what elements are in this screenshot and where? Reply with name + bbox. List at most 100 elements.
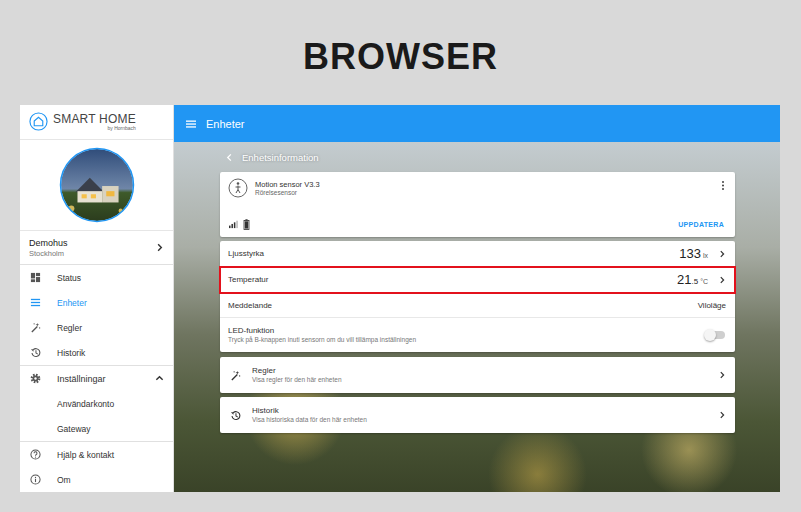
- sidebar-item[interactable]: Enheter: [20, 290, 173, 315]
- back-label: Enhetsinformation: [242, 152, 319, 163]
- chevron-right-icon: [718, 276, 726, 284]
- logo-by: by Hornbach: [108, 126, 136, 131]
- nav-icon-box: [30, 373, 42, 385]
- nav-icon-box: [30, 423, 42, 435]
- sidebar-item[interactable]: Gateway: [20, 416, 173, 441]
- signal-strength-icon: [228, 220, 239, 229]
- link-title: Regler: [252, 366, 703, 376]
- sidebar-item-label: Enheter: [57, 298, 164, 308]
- main-area: Enheter Enhetsinformation Motion sensor V3…: [174, 105, 780, 492]
- link-card[interactable]: HistorikVisa historiska data för den här…: [220, 397, 735, 433]
- nav-section: Status Enheter Regler Historik: [20, 264, 173, 365]
- list-icon: [30, 297, 41, 308]
- browser-frame: SMART HOMEby Hornbach DemohusStockholm Sta…: [20, 105, 780, 492]
- link-card[interactable]: ReglerVisa regler för den här enheten: [220, 357, 735, 393]
- magic-wand-icon: [230, 370, 241, 381]
- sidebar-item-label: Inställningar: [57, 374, 155, 384]
- device-name: Motion sensor V3.3: [255, 180, 713, 189]
- nav-section: Hjälp & kontakt Om: [20, 441, 173, 492]
- content-column: Enhetsinformation Motion sensor V3.3Rörel…: [220, 142, 735, 433]
- sidebar-item[interactable]: Regler: [20, 315, 173, 340]
- sidebar-item[interactable]: Historik: [20, 340, 173, 365]
- info-icon: [30, 474, 41, 485]
- link-text: ReglerVisa regler för den här enheten: [252, 366, 703, 385]
- nav-icon-box: [30, 398, 42, 410]
- device-type: Rörelsesensor: [255, 189, 713, 197]
- property-label: Ljusstyrka: [228, 249, 673, 258]
- nav-icon-box: [30, 474, 42, 486]
- dashboard-icon: [30, 272, 41, 283]
- value-number: 133: [679, 246, 701, 261]
- sidebar-item-label: Regler: [57, 323, 164, 333]
- nav-icon-box: [30, 297, 42, 309]
- sidebar-item-label: Historik: [57, 348, 164, 358]
- history-icon: [30, 347, 41, 358]
- sidebar-item[interactable]: Inställningar: [20, 366, 173, 391]
- more-options-icon[interactable]: [720, 180, 726, 191]
- sidebar-item-label: Status: [57, 273, 164, 283]
- sidebar-item-label: Användarkonto: [57, 399, 164, 409]
- property-text: Viloläge: [698, 301, 726, 310]
- property-label: LED-funktion: [228, 326, 699, 336]
- sidebar-item-label: Hjälp & kontakt: [57, 450, 164, 460]
- property-row[interactable]: Ljusstyrka 133lx: [220, 241, 735, 267]
- chevron-right-icon: [718, 250, 726, 258]
- value-decimals: .5: [691, 277, 698, 286]
- sidebar-item[interactable]: Hjälp & kontakt: [20, 442, 173, 467]
- history-icon: [230, 410, 241, 421]
- property-label: Meddelande: [228, 301, 692, 310]
- toolbar-title: Enheter: [206, 118, 245, 130]
- chevron-right-icon: [155, 243, 164, 252]
- logo-name: SMART HOME: [53, 113, 136, 125]
- home-text: DemohusStockholm: [29, 238, 155, 258]
- toggle-knob: [704, 329, 716, 341]
- sidebar-item[interactable]: Om: [20, 467, 173, 492]
- battery-icon: [243, 219, 250, 230]
- property-label: Temperatur: [228, 275, 671, 284]
- page-title-area: BROWSER: [0, 0, 801, 105]
- home-photo[interactable]: [59, 147, 135, 223]
- link-subtitle: Visa historiska data för den här enheten: [252, 416, 703, 424]
- device-card: Motion sensor V3.3Rörelsesensor UPPDATERA: [220, 172, 735, 237]
- property-value: 21.5°C: [677, 272, 708, 287]
- properties-card: Ljusstyrka 133lx Temperatur 21.5°C Meddeland…: [220, 241, 735, 352]
- page: BROWSERSMART HOMEby HornbachDemohusStock…: [0, 0, 801, 512]
- home-city: Stockholm: [29, 249, 155, 258]
- chevron-right-icon: [718, 411, 726, 419]
- nav-icon-box: [30, 347, 42, 359]
- link-text: HistorikVisa historiska data för den här…: [252, 406, 703, 425]
- nav-icon-box: [30, 322, 42, 334]
- update-button[interactable]: UPPDATERA: [676, 218, 726, 231]
- property-value: 133lx: [679, 246, 708, 261]
- property-row[interactable]: Temperatur 21.5°C: [220, 267, 735, 293]
- magic-wand-icon: [30, 322, 41, 333]
- sidebar: SMART HOMEby Hornbach DemohusStockholm Sta…: [20, 105, 174, 492]
- device-text: Motion sensor V3.3Rörelsesensor: [255, 178, 713, 198]
- hamburger-menu-icon[interactable]: [185, 118, 197, 130]
- device-status-bar: UPPDATERA: [228, 218, 726, 231]
- nav-icon-box: [30, 449, 42, 461]
- property-row[interactable]: LED-funktionTryck på B-knappen inuti sen…: [220, 318, 735, 352]
- back-link[interactable]: Enhetsinformation: [220, 144, 735, 170]
- toggle-text: LED-funktionTryck på B-knappen inuti sen…: [228, 326, 699, 345]
- chevron-left-icon: [225, 153, 234, 162]
- link-title: Historik: [252, 406, 703, 416]
- sidebar-item-label: Gateway: [57, 424, 164, 434]
- help-icon: [30, 449, 41, 460]
- content-background: Enhetsinformation Motion sensor V3.3Rörel…: [174, 142, 780, 492]
- home-selector[interactable]: DemohusStockholm: [20, 230, 173, 264]
- toolbar: Enheter: [174, 105, 780, 142]
- sidebar-item[interactable]: Status: [20, 265, 173, 290]
- avatar-area: [20, 140, 173, 231]
- nav-icon-box: [30, 272, 42, 284]
- sidebar-item[interactable]: Användarkonto: [20, 391, 173, 416]
- sidebar-item-label: Om: [57, 475, 164, 485]
- chevron-up-icon: [155, 374, 164, 383]
- logo[interactable]: SMART HOMEby Hornbach: [20, 105, 173, 140]
- property-row: Meddelande Viloläge: [220, 293, 735, 318]
- nav-section: Inställningar Användarkonto Gateway: [20, 365, 173, 441]
- house-logo-icon: [29, 112, 48, 131]
- gear-icon: [30, 373, 41, 384]
- led-toggle[interactable]: [705, 331, 725, 339]
- value-unit: °C: [700, 278, 708, 285]
